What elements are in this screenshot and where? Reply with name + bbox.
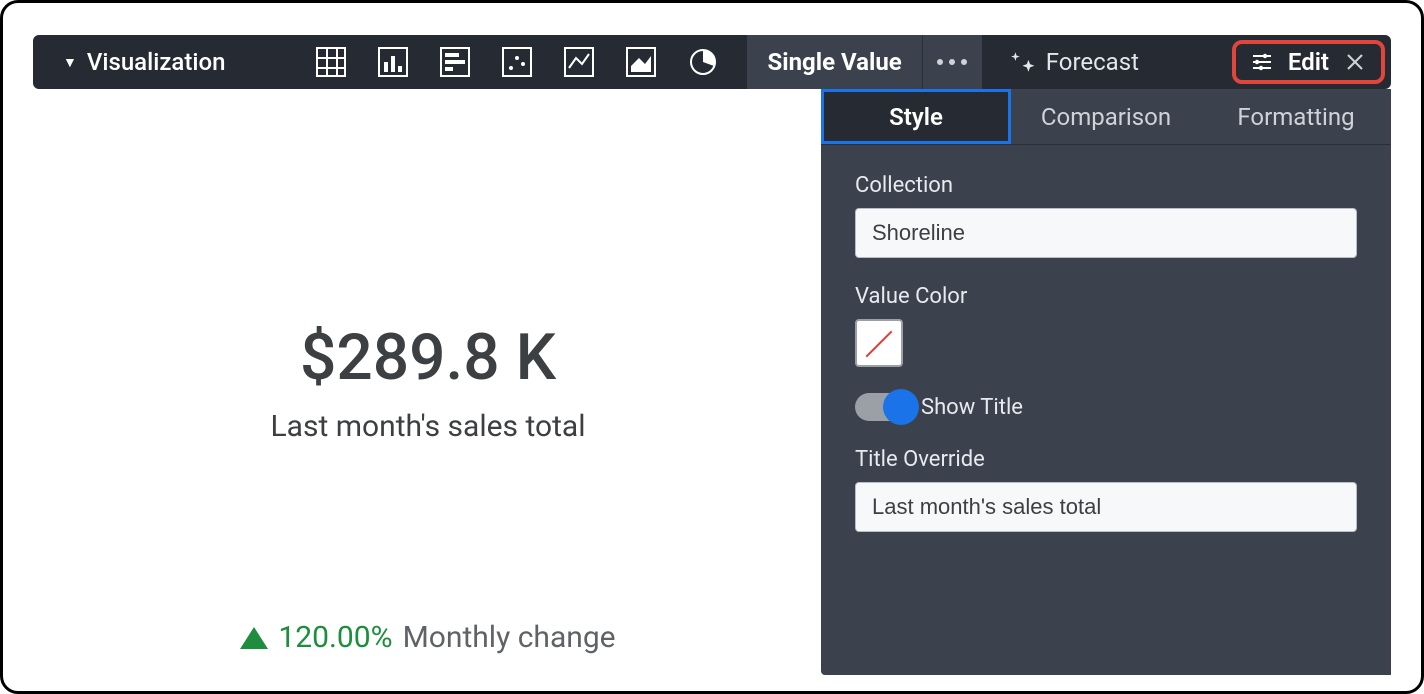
- tune-icon[interactable]: [1250, 50, 1274, 74]
- app-frame: ▼ Visualization: [0, 0, 1424, 694]
- show-title-field: Show Title: [855, 393, 1357, 421]
- tab-style[interactable]: Style: [821, 89, 1011, 144]
- comparison-row: 120.00% Monthly change: [33, 620, 823, 655]
- collection-field: Collection: [855, 173, 1357, 258]
- value-color-swatch[interactable]: [855, 319, 903, 367]
- edit-label[interactable]: Edit: [1288, 48, 1329, 76]
- up-triangle-icon: [240, 627, 268, 649]
- forecast-button[interactable]: Forecast: [982, 35, 1167, 89]
- visualization-toolbar: ▼ Visualization: [33, 35, 1391, 89]
- value-color-label: Value Color: [855, 284, 1357, 309]
- collection-input[interactable]: [855, 208, 1357, 258]
- title-override-input[interactable]: [855, 482, 1357, 532]
- value-color-field: Value Color: [855, 284, 1357, 367]
- title-override-label: Title Override: [855, 447, 1357, 472]
- visualization-label: Visualization: [87, 48, 226, 76]
- close-icon[interactable]: [1343, 50, 1367, 74]
- panel-body: Collection Value Color Show Title Title …: [821, 145, 1391, 560]
- more-chart-types-button[interactable]: [922, 35, 982, 89]
- column-chart-icon[interactable]: [377, 46, 409, 78]
- sparkle-icon: [1010, 49, 1036, 75]
- primary-value: $289.8 K: [300, 320, 556, 395]
- title-override-field: Title Override: [855, 447, 1357, 532]
- tab-formatting[interactable]: Formatting: [1201, 89, 1391, 144]
- panel-tabs: Style Comparison Formatting: [821, 89, 1391, 145]
- bar-chart-icon[interactable]: [439, 46, 471, 78]
- single-value-label: Single Value: [767, 48, 901, 76]
- collection-label: Collection: [855, 173, 1357, 198]
- pie-chart-icon[interactable]: [687, 46, 719, 78]
- tab-comparison[interactable]: Comparison: [1011, 89, 1201, 144]
- value-title: Last month's sales total: [271, 409, 586, 444]
- edit-button-group: Edit: [1232, 40, 1385, 84]
- show-title-toggle[interactable]: [855, 393, 915, 421]
- scatter-chart-icon[interactable]: [501, 46, 533, 78]
- caret-down-icon: ▼: [63, 54, 77, 71]
- area-chart-icon[interactable]: [625, 46, 657, 78]
- single-value-tab[interactable]: Single Value: [747, 35, 921, 89]
- forecast-label: Forecast: [1046, 48, 1139, 76]
- line-chart-icon[interactable]: [563, 46, 595, 78]
- style-panel: Style Comparison Formatting Collection V…: [821, 89, 1391, 675]
- show-title-label: Show Title: [921, 395, 1023, 420]
- comparison-label: Monthly change: [403, 620, 616, 655]
- visualization-dropdown[interactable]: ▼ Visualization: [33, 35, 245, 89]
- comparison-percent: 120.00%: [278, 620, 392, 655]
- chart-type-icons: [315, 46, 719, 78]
- single-value-visualization: $289.8 K Last month's sales total 120.00…: [33, 89, 823, 675]
- table-icon[interactable]: [315, 46, 347, 78]
